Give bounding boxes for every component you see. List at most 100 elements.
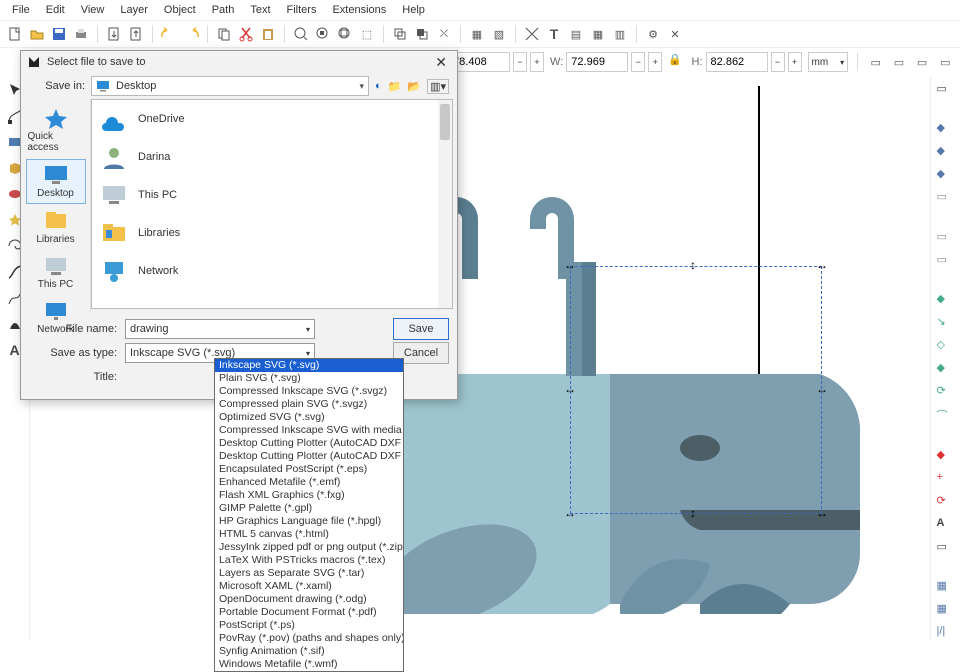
- sel-handle-n[interactable]: ↕: [690, 260, 700, 270]
- paste-icon[interactable]: [259, 25, 277, 43]
- menu-file[interactable]: File: [6, 2, 36, 18]
- snap-h-icon[interactable]: ↘: [937, 315, 955, 330]
- sel-handle-w[interactable]: ↔: [564, 384, 574, 394]
- menu-layer[interactable]: Layer: [114, 2, 154, 18]
- sel-handle-s[interactable]: ↕: [690, 508, 700, 518]
- menu-filters[interactable]: Filters: [281, 2, 323, 18]
- snap-k-icon[interactable]: ⟳: [937, 384, 955, 399]
- snap-o-icon[interactable]: ⟳: [937, 494, 955, 509]
- type-option[interactable]: Desktop Cutting Plotter (AutoCAD DXF R14…: [215, 450, 403, 463]
- snap-enable-icon[interactable]: ▭: [937, 82, 955, 97]
- lock-icon[interactable]: 🔒: [668, 53, 685, 71]
- transform-b-icon[interactable]: ▭: [890, 53, 907, 71]
- text-dlg-icon[interactable]: T: [545, 25, 563, 43]
- savein-select[interactable]: Desktop ▾: [91, 76, 369, 96]
- unlink-icon[interactable]: ⛌: [435, 25, 453, 43]
- import-icon[interactable]: [105, 25, 123, 43]
- save-button[interactable]: Save: [393, 318, 449, 340]
- type-option[interactable]: Inkscape SVG (*.svg): [215, 359, 403, 372]
- sel-handle-e[interactable]: ↔: [816, 384, 826, 394]
- snap-c-icon[interactable]: ◆: [937, 167, 955, 182]
- close-icon[interactable]: ✕: [431, 54, 451, 71]
- filename-input[interactable]: drawing▾: [125, 319, 315, 339]
- y-dec[interactable]: −: [513, 52, 527, 72]
- type-option[interactable]: PovRay (*.pov) (paths and shapes only): [215, 632, 403, 645]
- snap-t-icon[interactable]: |/|: [937, 625, 955, 640]
- type-option[interactable]: Portable Document Format (*.pdf): [215, 606, 403, 619]
- type-option[interactable]: Enhanced Metafile (*.emf): [215, 476, 403, 489]
- menu-object[interactable]: Object: [158, 2, 202, 18]
- open-icon[interactable]: [28, 25, 46, 43]
- type-option[interactable]: Synfig Animation (*.sif): [215, 645, 403, 658]
- undo-icon[interactable]: [160, 25, 178, 43]
- type-option[interactable]: Compressed plain SVG (*.svgz): [215, 398, 403, 411]
- type-option[interactable]: Layers as Separate SVG (*.tar): [215, 567, 403, 580]
- snap-l-icon[interactable]: ⌒: [937, 407, 955, 423]
- viewmenu-icon[interactable]: ▥▾: [427, 79, 449, 94]
- snap-p-icon[interactable]: A: [937, 517, 955, 532]
- type-option[interactable]: Flash XML Graphics (*.fxg): [215, 489, 403, 502]
- h-dec[interactable]: −: [771, 52, 785, 72]
- redo-icon[interactable]: [182, 25, 200, 43]
- sel-handle-se[interactable]: ↔: [816, 508, 826, 518]
- snap-d-icon[interactable]: ▭: [937, 190, 955, 205]
- zoom-draw-icon[interactable]: [314, 25, 332, 43]
- unit-select[interactable]: mm▾: [808, 52, 849, 72]
- zoom-sel-icon[interactable]: [292, 25, 310, 43]
- type-option[interactable]: Plain SVG (*.svg): [215, 372, 403, 385]
- newfolder-icon[interactable]: 📂: [407, 80, 421, 93]
- type-option[interactable]: Optimized SVG (*.svg): [215, 411, 403, 424]
- zoom-fit-icon[interactable]: ⬚: [358, 25, 376, 43]
- menu-view[interactable]: View: [75, 2, 111, 18]
- sel-handle-sw[interactable]: ↔: [564, 508, 574, 518]
- zoom-page-icon[interactable]: [336, 25, 354, 43]
- ungroup-icon[interactable]: ▧: [490, 25, 508, 43]
- save-icon[interactable]: [50, 25, 68, 43]
- type-option[interactable]: GIMP Palette (*.gpl): [215, 502, 403, 515]
- snap-j-icon[interactable]: ◆: [937, 361, 955, 376]
- transform-c-icon[interactable]: ▭: [914, 53, 931, 71]
- snap-r-icon[interactable]: ▦: [937, 579, 955, 594]
- w-dec[interactable]: −: [631, 52, 645, 72]
- group-icon[interactable]: ▦: [468, 25, 486, 43]
- prefs-icon[interactable]: ⚙: [644, 25, 662, 43]
- clone-icon[interactable]: [413, 25, 431, 43]
- snap-e-icon[interactable]: ▭: [937, 230, 955, 245]
- type-option[interactable]: HTML 5 canvas (*.html): [215, 528, 403, 541]
- menu-help[interactable]: Help: [396, 2, 431, 18]
- snap-a-icon[interactable]: ◆: [937, 121, 955, 136]
- layers-icon[interactable]: ▥: [611, 25, 629, 43]
- type-option[interactable]: Compressed Inkscape SVG with media (*.zi…: [215, 424, 403, 437]
- menu-path[interactable]: Path: [206, 2, 241, 18]
- print-icon[interactable]: [72, 25, 90, 43]
- place-desktop[interactable]: Desktop: [26, 159, 86, 204]
- type-option[interactable]: Microsoft XAML (*.xaml): [215, 580, 403, 593]
- align-icon[interactable]: ▦: [589, 25, 607, 43]
- place-quick-access[interactable]: Quick access: [26, 103, 86, 157]
- menu-edit[interactable]: Edit: [40, 2, 71, 18]
- w-input[interactable]: [566, 52, 628, 72]
- type-option[interactable]: JessyInk zipped pdf or png output (*.zip…: [215, 541, 403, 554]
- type-option[interactable]: HP Graphics Language file (*.hpgl): [215, 515, 403, 528]
- place-this-pc[interactable]: This PC: [26, 251, 86, 294]
- copy-icon[interactable]: [215, 25, 233, 43]
- snap-f-icon[interactable]: ▭: [937, 253, 955, 268]
- back-icon[interactable]: ◐: [375, 80, 382, 92]
- list-item[interactable]: Darina: [92, 138, 452, 176]
- menu-extensions[interactable]: Extensions: [326, 2, 392, 18]
- menu-text[interactable]: Text: [244, 2, 276, 18]
- scrollbar[interactable]: [438, 100, 452, 308]
- list-item[interactable]: This PC: [92, 176, 452, 214]
- dup-icon[interactable]: [391, 25, 409, 43]
- transform-d-icon[interactable]: ▭: [937, 53, 954, 71]
- snap-b-icon[interactable]: ◆: [937, 144, 955, 159]
- new-doc-icon[interactable]: [6, 25, 24, 43]
- place-libraries[interactable]: Libraries: [26, 206, 86, 249]
- type-option[interactable]: Desktop Cutting Plotter (AutoCAD DXF R12…: [215, 437, 403, 450]
- snap-m-icon[interactable]: ◆: [937, 448, 955, 463]
- xml-icon[interactable]: ▤: [567, 25, 585, 43]
- transform-a-icon[interactable]: ▭: [867, 53, 884, 71]
- cut-icon[interactable]: [237, 25, 255, 43]
- type-option[interactable]: LaTeX With PSTricks macros (*.tex): [215, 554, 403, 567]
- up-icon[interactable]: 📁: [388, 80, 402, 93]
